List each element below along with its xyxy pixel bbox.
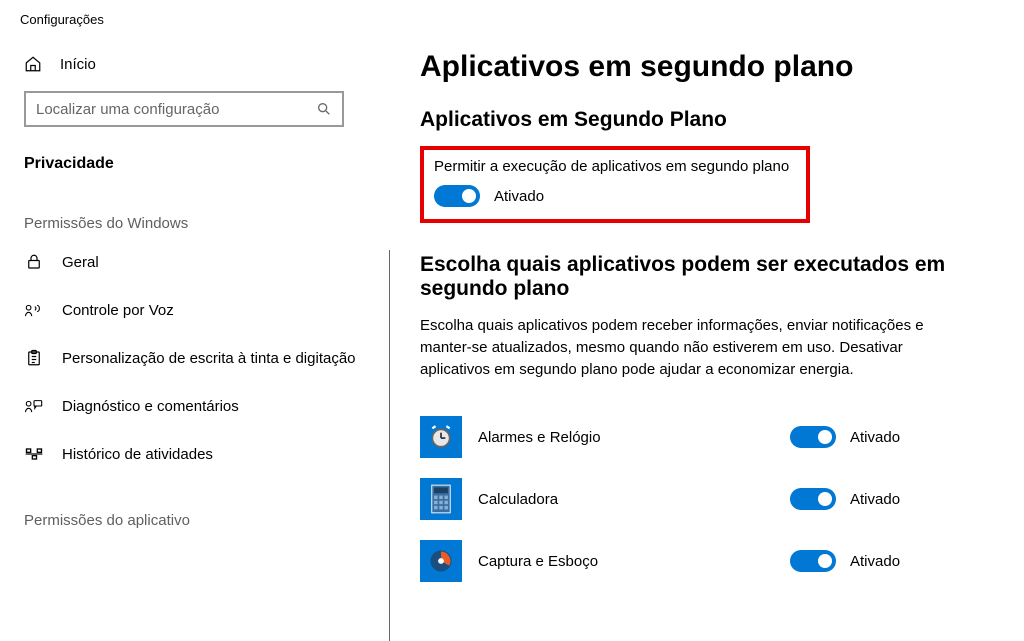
nav-inking[interactable]: Personalização de escrita à tinta e digi… (0, 334, 390, 382)
window-title: Configurações (0, 0, 390, 45)
app-name: Captura e Esboço (478, 553, 774, 570)
nav-label: Controle por Voz (62, 302, 366, 319)
clipboard-icon (24, 348, 44, 368)
home-label: Início (60, 56, 96, 73)
app-name: Alarmes e Relógio (478, 429, 774, 446)
nav-label: Diagnóstico e comentários (62, 398, 366, 415)
section-windows-permissions: Permissões do Windows (0, 181, 390, 238)
app-toggle-snip[interactable] (790, 550, 836, 572)
master-toggle-label: Permitir a execução de aplicativos em se… (434, 158, 796, 175)
snip-icon (420, 540, 462, 582)
search-wrap (0, 83, 390, 127)
app-toggle-state: Ativado (850, 491, 900, 508)
section-heading-choose: Escolha quais aplicativos podem ser exec… (420, 253, 984, 301)
app-toggle-calculator[interactable] (790, 488, 836, 510)
app-row-snip: Captura e Esboço Ativado (420, 530, 940, 592)
lock-icon (24, 252, 44, 272)
category-title: Privacidade (0, 127, 390, 181)
nav-activity-history[interactable]: Histórico de atividades (0, 430, 390, 478)
calculator-icon (420, 478, 462, 520)
section-description: Escolha quais aplicativos podem receber … (420, 315, 940, 380)
master-toggle-state: Ativado (494, 188, 544, 205)
app-toggle-state: Ativado (850, 553, 900, 570)
nav-voice[interactable]: Controle por Voz (0, 286, 390, 334)
nav-label: Geral (62, 254, 366, 271)
search-input[interactable] (36, 101, 316, 118)
main-content: Aplicativos em segundo plano Aplicativos… (390, 0, 1024, 641)
master-toggle-row: Ativado (434, 185, 796, 207)
search-icon (316, 101, 332, 117)
highlight-annotation: Permitir a execução de aplicativos em se… (420, 146, 810, 223)
app-row-alarms: Alarmes e Relógio Ativado (420, 406, 940, 468)
nav-label: Personalização de escrita à tinta e digi… (62, 350, 366, 367)
nav-diagnostics[interactable]: Diagnóstico e comentários (0, 382, 390, 430)
nav-label: Histórico de atividades (62, 446, 366, 463)
page-title: Aplicativos em segundo plano (420, 50, 984, 84)
nav-general[interactable]: Geral (0, 238, 390, 286)
app-toggle-state: Ativado (850, 429, 900, 446)
voice-icon (24, 300, 44, 320)
section-app-permissions: Permissões do aplicativo (0, 478, 390, 535)
app-row-calculator: Calculadora Ativado (420, 468, 940, 530)
search-box[interactable] (24, 91, 344, 127)
app-toggle-alarms[interactable] (790, 426, 836, 448)
app-name: Calculadora (478, 491, 774, 508)
master-toggle[interactable] (434, 185, 480, 207)
alarms-icon (420, 416, 462, 458)
home-icon (24, 55, 42, 73)
feedback-icon (24, 396, 44, 416)
timeline-icon (24, 444, 44, 464)
section-heading-master: Aplicativos em Segundo Plano (420, 108, 984, 132)
sidebar: Configurações Início Privacidade Permiss… (0, 0, 390, 641)
home-nav[interactable]: Início (0, 45, 390, 83)
